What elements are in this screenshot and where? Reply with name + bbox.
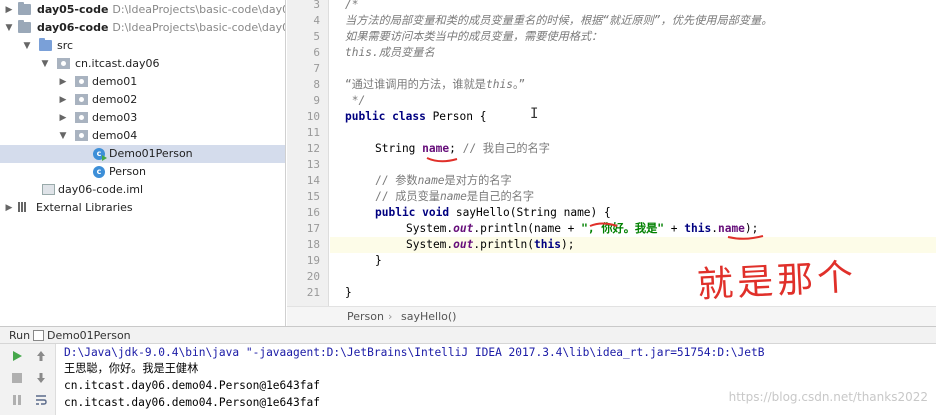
tree-item-label: day06-code (37, 21, 109, 34)
console-output[interactable]: D:\Java\jdk-9.0.4\bin\java "-javaagent:D… (57, 344, 936, 415)
tree-item-label: demo03 (92, 111, 138, 124)
breadcrumb: Person › sayHello() (287, 306, 936, 326)
tree-item-demo03[interactable]: ▶ demo03 (0, 109, 285, 127)
soft-wrap-icon[interactable] (34, 393, 48, 407)
tree-item-src[interactable]: ▼ src (0, 37, 285, 55)
tree-item-label: src (57, 39, 74, 52)
tree-item-label: Person (109, 165, 146, 178)
rerun-icon[interactable] (10, 349, 24, 363)
console-line: 王思聪，你好。我是王健林 (64, 362, 199, 375)
tree-item-iml[interactable]: day06-code.iml (0, 181, 285, 199)
java-class-icon: c (93, 166, 105, 178)
chevron-right-icon[interactable]: ▶ (58, 91, 68, 109)
tree-item-label: cn.itcast.day06 (75, 57, 160, 70)
chevron-down-icon[interactable]: ▼ (40, 55, 50, 73)
text-cursor-icon: I (530, 106, 539, 122)
chevron-down-icon[interactable]: ▼ (22, 37, 32, 55)
code-editor[interactable]: 3 4 5 6 7 8 9 10 11 12 13 14 15 16 17 18 19 20 21 /* 当方法的局… (287, 0, 936, 306)
chevron-right-icon[interactable]: ▶ (58, 73, 68, 91)
package-icon (75, 130, 88, 141)
chevron-right-icon: › (388, 310, 393, 323)
chevron-right-icon[interactable]: ▶ (4, 1, 14, 19)
stop-icon[interactable] (10, 371, 24, 385)
arrow-down-icon[interactable] (34, 371, 48, 385)
tree-item-demo02[interactable]: ▶ demo02 (0, 91, 285, 109)
tree-item-path: D:\IdeaProjects\basic-code\day05-cc (112, 3, 285, 16)
tree-item-label: External Libraries (36, 201, 133, 214)
chevron-down-icon[interactable]: ▼ (4, 19, 14, 37)
tree-item-label: day06-code.iml (58, 183, 144, 196)
breadcrumb-class[interactable]: Person (347, 307, 384, 326)
chevron-right-icon[interactable]: ▶ (58, 109, 68, 127)
library-icon (18, 202, 30, 213)
console-line: cn.itcast.day06.demo04.Person@1e643faf (64, 396, 320, 409)
module-folder-icon (18, 2, 31, 15)
package-icon (75, 112, 88, 123)
console-line: D:\Java\jdk-9.0.4\bin\java "-javaagent:D… (64, 346, 765, 359)
run-toolbar: Run Demo01Person (0, 326, 936, 344)
tree-item-label: demo04 (92, 129, 138, 142)
handwritten-annotation: 就是那个 (696, 256, 859, 306)
tree-item-demo01[interactable]: ▶ demo01 (0, 73, 285, 91)
project-tree: ▶ day05-code D:\IdeaProjects\basic-code\d… (0, 0, 286, 326)
tree-item-label: demo01 (92, 75, 138, 88)
tree-item-day05-code[interactable]: ▶ day05-code D:\IdeaProjects\basic-code\d… (0, 1, 285, 19)
tree-item-label: demo02 (92, 93, 138, 106)
pause-icon[interactable] (10, 393, 24, 407)
tree-item-day06-code[interactable]: ▼ day06-code D:\IdeaProjects\basic-code\d… (0, 19, 285, 37)
tree-item-label: day05-code (37, 3, 109, 16)
package-icon (75, 76, 88, 87)
package-icon (57, 58, 70, 69)
run-tab-label[interactable]: Demo01Person (47, 327, 131, 344)
module-folder-icon (18, 20, 31, 33)
tree-item-external-libraries[interactable]: ▶ External Libraries (0, 199, 285, 217)
run-config-icon (33, 330, 44, 341)
tree-item-package[interactable]: ▼ cn.itcast.day06 (0, 55, 285, 73)
run-tab-prefix: Run (9, 329, 31, 342)
tree-item-person[interactable]: c Person (0, 163, 285, 181)
breadcrumb-method[interactable]: sayHello() (401, 307, 456, 326)
module-file-icon (42, 184, 55, 195)
source-folder-icon (39, 38, 52, 51)
watermark: https://blog.csdn.net/thanks2022 (728, 390, 928, 404)
java-class-icon: c (93, 148, 107, 161)
package-icon (75, 94, 88, 105)
arrow-up-icon[interactable] (34, 349, 48, 363)
run-tools (0, 344, 56, 415)
chevron-down-icon[interactable]: ▼ (58, 127, 68, 145)
tree-item-demo04[interactable]: ▼ demo04 (0, 127, 285, 145)
chevron-right-icon[interactable]: ▶ (4, 199, 14, 217)
tree-item-demo01person[interactable]: c Demo01Person (0, 145, 285, 163)
tree-item-label: Demo01Person (109, 147, 193, 160)
console-line: cn.itcast.day06.demo04.Person@1e643faf (64, 379, 320, 392)
tree-item-path: D:\IdeaProjects\basic-code\day06-cc (112, 21, 285, 34)
